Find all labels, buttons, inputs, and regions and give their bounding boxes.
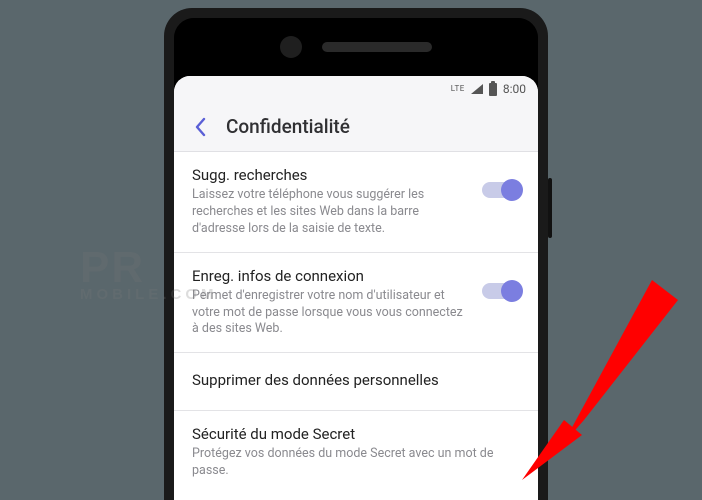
- chevron-left-icon: [193, 117, 207, 137]
- item-title: Sécurité du mode Secret: [192, 425, 520, 443]
- app-bar: Confidentialité: [174, 102, 538, 152]
- battery-icon: [489, 83, 497, 96]
- status-network: LTE: [451, 85, 465, 93]
- toggle-switch[interactable]: [482, 283, 520, 299]
- phone-side-button: [548, 178, 552, 238]
- item-search-suggestions[interactable]: Sugg. recherches Laissez votre téléphone…: [174, 152, 538, 253]
- back-button[interactable]: [184, 111, 216, 143]
- phone-top-bezel: [174, 18, 538, 76]
- item-subtitle: Laissez votre téléphone vous suggérer le…: [192, 187, 470, 238]
- signal-icon: [471, 84, 483, 94]
- page-title: Confidentialité: [226, 115, 350, 138]
- toggle-switch[interactable]: [482, 182, 520, 198]
- phone-inner: LTE 8:00 Confidentialité Sugg. recherche…: [174, 18, 538, 500]
- item-secret-mode-security[interactable]: Sécurité du mode Secret Protégez vos don…: [174, 411, 538, 494]
- item-save-login-info[interactable]: Enreg. infos de connexion Permet d'enreg…: [174, 253, 538, 354]
- front-sensor: [280, 36, 302, 58]
- watermark-line1: PR: [80, 243, 145, 292]
- item-delete-personal-data[interactable]: Supprimer des données personnelles: [174, 353, 538, 411]
- phone-screen: LTE 8:00 Confidentialité Sugg. recherche…: [174, 76, 538, 500]
- network-label: LTE: [451, 85, 465, 93]
- status-time: 8:00: [503, 82, 526, 96]
- phone-frame: LTE 8:00 Confidentialité Sugg. recherche…: [164, 8, 548, 500]
- item-title: Sugg. recherches: [192, 166, 470, 184]
- settings-list: Sugg. recherches Laissez votre téléphone…: [174, 152, 538, 494]
- item-subtitle: Protégez vos données du mode Secret avec…: [192, 446, 520, 480]
- item-title: Supprimer des données personnelles: [192, 371, 520, 389]
- item-subtitle: Permet d'enregistrer votre nom d'utilisa…: [192, 288, 470, 339]
- item-title: Enreg. infos de connexion: [192, 267, 470, 285]
- status-bar: LTE 8:00: [174, 76, 538, 102]
- phone-speaker: [322, 42, 432, 52]
